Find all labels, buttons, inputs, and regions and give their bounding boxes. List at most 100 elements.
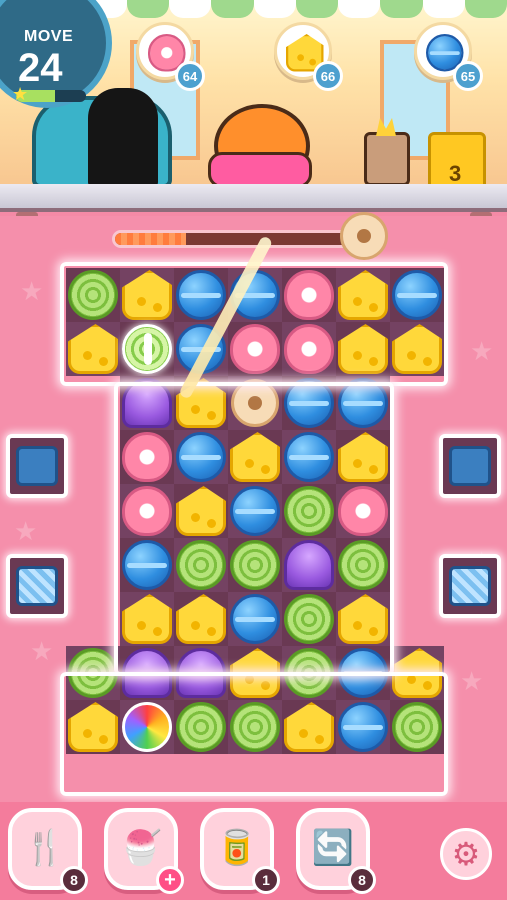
macaron-tile-icon[interactable] <box>284 432 334 482</box>
board-cell[interactable] <box>336 538 390 592</box>
roll-tile-icon[interactable] <box>68 270 118 320</box>
board-cell[interactable] <box>390 646 444 700</box>
cheese-tile-icon[interactable] <box>68 702 118 752</box>
board-cell[interactable] <box>282 430 336 484</box>
macaron-tile-icon[interactable] <box>284 378 334 428</box>
macaron-tile-icon[interactable] <box>338 378 388 428</box>
board-cell[interactable] <box>390 268 444 322</box>
roll-tile-icon[interactable] <box>176 540 226 590</box>
donut-tile-icon[interactable] <box>122 432 172 482</box>
board-cell[interactable] <box>282 700 336 754</box>
board-cell[interactable] <box>66 322 120 376</box>
cheese-tile-icon[interactable] <box>284 702 334 752</box>
board-cell[interactable] <box>174 646 228 700</box>
donut-tile-icon[interactable] <box>284 270 334 320</box>
board-cell[interactable] <box>336 646 390 700</box>
board-cell[interactable] <box>174 700 228 754</box>
board-cell[interactable] <box>336 322 390 376</box>
cookie-tile-icon[interactable] <box>231 379 279 427</box>
roll-tile-icon[interactable] <box>338 540 388 590</box>
board-cell[interactable] <box>390 700 444 754</box>
roll-tile-icon[interactable] <box>392 702 442 752</box>
macaron-tile-icon[interactable] <box>230 594 280 644</box>
board-cell[interactable] <box>282 538 336 592</box>
board-cell[interactable] <box>282 592 336 646</box>
cheese-tile-icon[interactable] <box>338 324 388 374</box>
board-cell[interactable] <box>336 700 390 754</box>
board-cell[interactable] <box>282 268 336 322</box>
board-cell[interactable] <box>228 322 282 376</box>
board-cell[interactable] <box>336 592 390 646</box>
cheese-tile-icon[interactable] <box>122 270 172 320</box>
board-cell[interactable] <box>336 484 390 538</box>
cheese-tile-icon[interactable] <box>122 594 172 644</box>
board-cell[interactable] <box>390 322 444 376</box>
cupcake-tile-icon[interactable] <box>284 540 334 590</box>
board-cell[interactable] <box>120 430 174 484</box>
board-cell[interactable] <box>120 538 174 592</box>
macaron-tile-icon[interactable] <box>338 648 388 698</box>
board-cell[interactable] <box>66 700 120 754</box>
board-cell[interactable] <box>228 592 282 646</box>
cheese-tile-icon[interactable] <box>230 648 280 698</box>
board-cell[interactable] <box>66 646 120 700</box>
board-cell[interactable] <box>66 268 120 322</box>
board-cell[interactable] <box>282 646 336 700</box>
roll-tile-icon[interactable] <box>68 648 118 698</box>
cheese-tile-icon[interactable] <box>392 324 442 374</box>
board-cell[interactable] <box>282 484 336 538</box>
roll-tile-icon[interactable] <box>176 702 226 752</box>
donut-tile-icon[interactable] <box>284 324 334 374</box>
rainbow-cone-booster-button[interactable]: 🍧 + <box>104 808 184 894</box>
board-cell[interactable] <box>336 268 390 322</box>
board-cell[interactable] <box>228 430 282 484</box>
board-cell[interactable] <box>120 592 174 646</box>
board-cell[interactable] <box>228 484 282 538</box>
cheese-tile-icon[interactable] <box>68 324 118 374</box>
board-cell[interactable] <box>228 646 282 700</box>
settings-gear-button[interactable]: ⚙ <box>440 828 492 880</box>
board-cell[interactable] <box>336 376 390 430</box>
board-cell[interactable] <box>174 592 228 646</box>
macaron-tile-icon[interactable] <box>176 270 226 320</box>
donut-tile-icon[interactable] <box>122 486 172 536</box>
cheese-tile-icon[interactable] <box>338 270 388 320</box>
shuffle-booster-button[interactable]: 🔄 8 <box>296 808 376 894</box>
board-cell[interactable] <box>174 538 228 592</box>
board-cell[interactable] <box>228 700 282 754</box>
cheese-tile-icon[interactable] <box>230 432 280 482</box>
board-cell[interactable] <box>120 268 174 322</box>
cheese-tile-icon[interactable] <box>338 594 388 644</box>
donut-tile-icon[interactable] <box>338 486 388 536</box>
roll-tile-icon[interactable] <box>230 702 280 752</box>
cupcake-tile-icon[interactable] <box>122 378 172 428</box>
roll-tile-icon[interactable] <box>284 594 334 644</box>
rainbow-tile-icon[interactable] <box>122 702 172 752</box>
cupcake-tile-icon[interactable] <box>176 648 226 698</box>
board-cell[interactable] <box>174 430 228 484</box>
soda-can-booster-button[interactable]: 🥫 1 <box>200 808 280 894</box>
board-cell[interactable] <box>174 484 228 538</box>
cheese-tile-icon[interactable] <box>338 432 388 482</box>
macaron-tile-icon[interactable] <box>122 540 172 590</box>
board-cell[interactable] <box>120 376 174 430</box>
roll-tile-icon[interactable] <box>284 486 334 536</box>
fork-booster-button[interactable]: 🍴 8 <box>8 808 88 894</box>
roll-tile-icon[interactable] <box>284 648 334 698</box>
macaron-tile-icon[interactable] <box>230 486 280 536</box>
cheese-tile-icon[interactable] <box>176 594 226 644</box>
roll-special-tile-icon[interactable] <box>122 324 172 374</box>
roll-tile-icon[interactable] <box>230 540 280 590</box>
board-cell[interactable] <box>120 484 174 538</box>
macaron-tile-icon[interactable] <box>338 702 388 752</box>
cupcake-tile-icon[interactable] <box>122 648 172 698</box>
board-cell[interactable] <box>282 322 336 376</box>
cheese-tile-icon[interactable] <box>392 648 442 698</box>
board-cell[interactable] <box>120 646 174 700</box>
cheese-tile-icon[interactable] <box>176 486 226 536</box>
macaron-tile-icon[interactable] <box>392 270 442 320</box>
board-cell[interactable] <box>228 376 282 430</box>
macaron-tile-icon[interactable] <box>176 432 226 482</box>
donut-tile-icon[interactable] <box>230 324 280 374</box>
buy-booster-plus[interactable]: + <box>156 866 184 894</box>
